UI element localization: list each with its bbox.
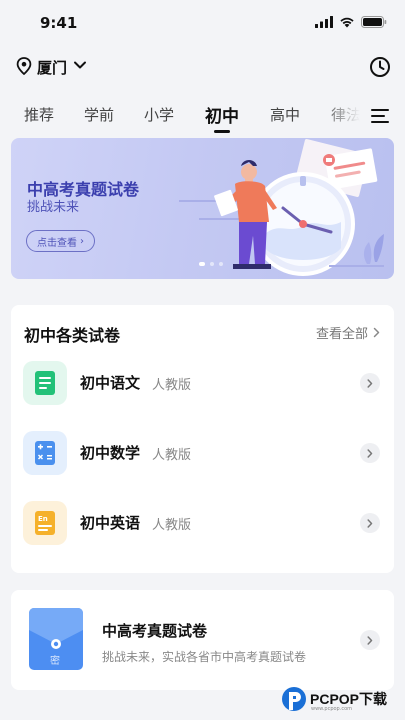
- svg-text:En: En: [38, 515, 48, 523]
- pcpop-watermark: PCPOP下载 www.pcpop.com: [280, 684, 405, 718]
- subject-arrow-button[interactable]: [360, 513, 380, 533]
- subject-edition: 人教版: [152, 448, 192, 463]
- banner-view-button[interactable]: 点击查看 ›: [26, 230, 95, 252]
- subject-edition: 人教版: [152, 518, 192, 533]
- chevron-right-icon: ›: [80, 235, 84, 247]
- chevron-right-icon: [367, 378, 373, 388]
- location-pin-icon: [16, 57, 32, 75]
- chevron-down-icon[interactable]: [73, 60, 87, 70]
- carousel-indicator: [199, 262, 223, 266]
- tab-preschool[interactable]: 学前: [84, 104, 114, 125]
- exam-envelope-icon: 密: [29, 608, 83, 670]
- subject-row-english[interactable]: En 初中英语 人教版: [11, 498, 394, 548]
- location-bar: 厦门: [0, 52, 405, 82]
- subject-row-chinese[interactable]: 初中语文 人教版: [11, 358, 394, 408]
- subject-name: 初中英语: [80, 514, 141, 532]
- watermark-url: www.pcpop.com: [311, 706, 352, 712]
- banner-view-label: 点击查看: [37, 237, 77, 249]
- svg-text:密: 密: [50, 654, 60, 667]
- chevron-right-icon: [367, 635, 373, 645]
- city-selector[interactable]: 厦门: [37, 57, 67, 78]
- tab-primary[interactable]: 小学: [144, 104, 174, 125]
- wifi-icon: [340, 17, 354, 28]
- history-clock-icon[interactable]: [369, 56, 391, 78]
- tab-senior-high[interactable]: 高中: [270, 104, 300, 125]
- tab-recommend[interactable]: 推荐: [24, 104, 54, 125]
- tab-junior-high[interactable]: 初中: [205, 102, 239, 127]
- english-book-icon: En: [23, 501, 67, 545]
- exam-card-description: 挑战未来，实战各省市中高考真题试卷: [102, 650, 307, 664]
- menu-icon[interactable]: [371, 108, 389, 124]
- subject-row-math[interactable]: 初中数学 人教版: [11, 428, 394, 478]
- active-tab-indicator: [214, 130, 230, 133]
- view-all-label: 查看全部: [315, 327, 368, 342]
- subject-arrow-button[interactable]: [360, 373, 380, 393]
- carousel-dot: [210, 262, 214, 266]
- chevron-right-icon: [367, 518, 373, 528]
- battery-icon: [361, 16, 387, 28]
- banner-illustration: [179, 139, 384, 276]
- papers-card-title: 初中各类试卷: [24, 326, 121, 345]
- view-all-link[interactable]: 查看全部: [316, 323, 380, 342]
- subject-arrow-button[interactable]: [360, 443, 380, 463]
- status-bar: 9:41: [0, 0, 405, 46]
- pcpop-logo-icon: [282, 687, 306, 711]
- exam-arrow-button[interactable]: [360, 630, 380, 650]
- carousel-dot-active: [199, 262, 205, 266]
- category-tabs: 推荐 学前 小学 初中 高中 律法: [0, 100, 405, 136]
- subject-edition: 人教版: [152, 378, 192, 393]
- chevron-right-icon: [367, 448, 373, 458]
- status-icons: [315, 16, 387, 28]
- subject-name: 初中语文: [80, 374, 141, 392]
- tabs-fade: [320, 100, 370, 136]
- status-time: 9:41: [40, 14, 78, 32]
- cellular-signal-icon: [315, 16, 333, 28]
- promo-banner[interactable]: 中高考真题试卷 挑战未来 点击查看 ›: [11, 138, 394, 279]
- math-calculator-icon: [23, 431, 67, 475]
- chevron-right-icon: [373, 327, 380, 338]
- exam-papers-card[interactable]: 密 中高考真题试卷 挑战未来，实战各省市中高考真题试卷: [11, 590, 394, 690]
- subject-name: 初中数学: [80, 444, 141, 462]
- papers-card: 初中各类试卷 查看全部 初中语文 人教版 初中数学 人教版 En 初中英语 人教…: [11, 305, 394, 573]
- carousel-dot: [219, 262, 223, 266]
- exam-card-title: 中高考真题试卷: [102, 622, 208, 640]
- chinese-book-icon: [23, 361, 67, 405]
- banner-subtitle: 挑战未来: [27, 200, 80, 215]
